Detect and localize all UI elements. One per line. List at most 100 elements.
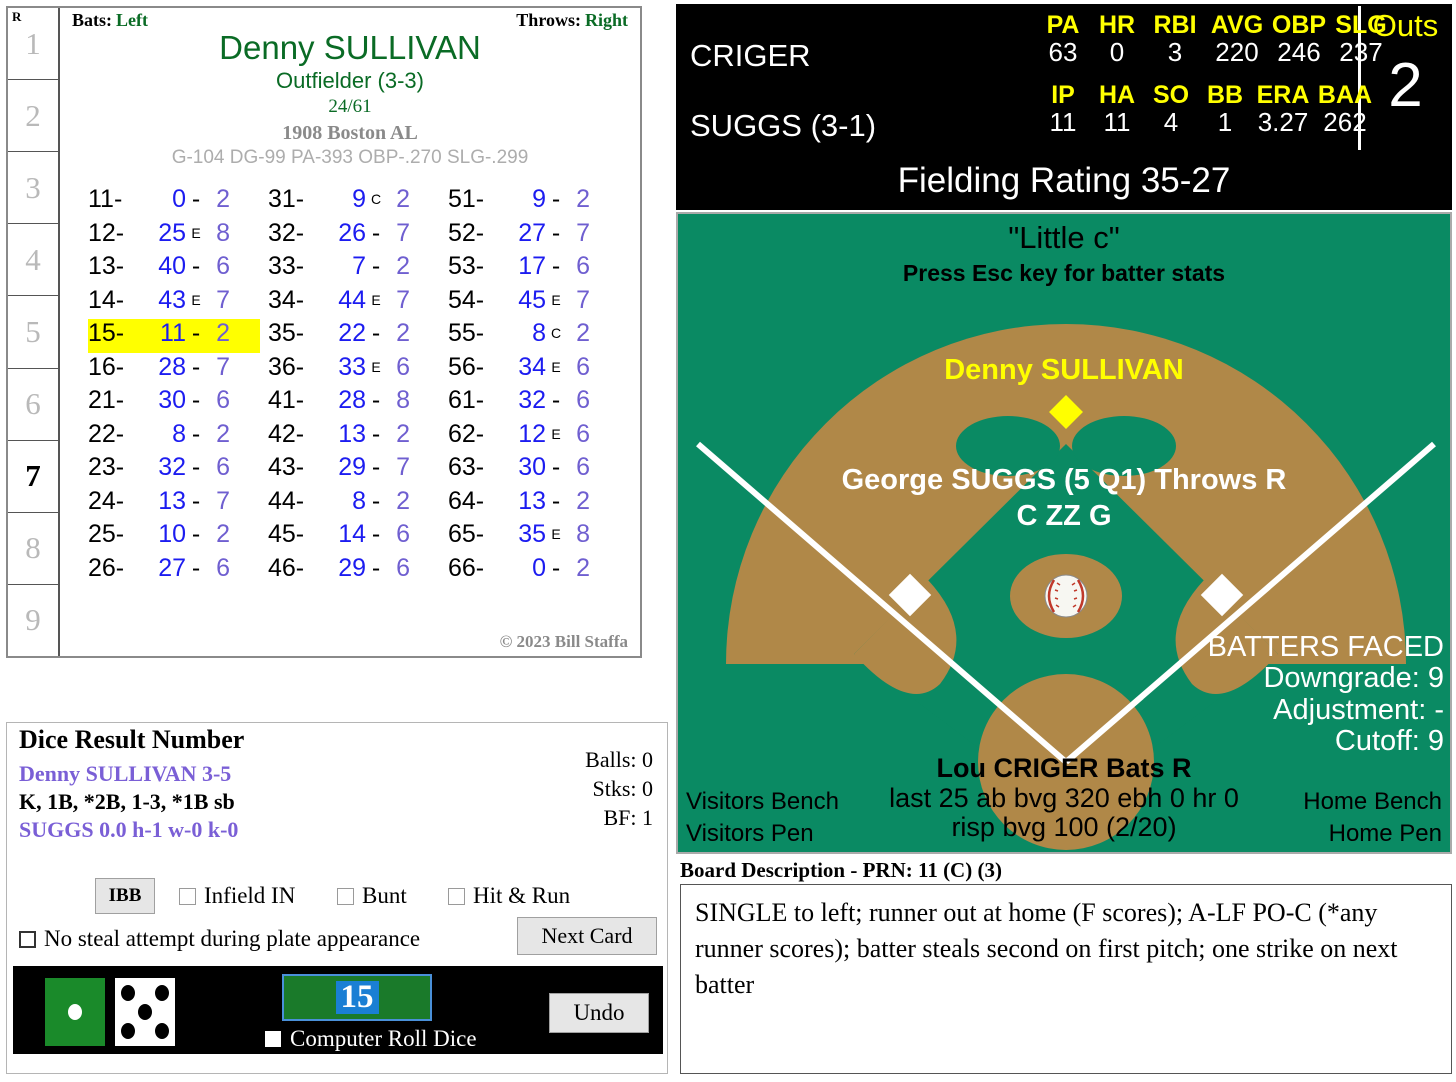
roll-separator: - <box>551 252 561 280</box>
roll-row[interactable]: 61- 32-6 <box>448 386 620 420</box>
roll-row[interactable]: 44- 8-2 <box>268 487 440 521</box>
roll-key: 15- <box>88 319 125 347</box>
roll-row[interactable]: 13- 40-6 <box>88 252 260 286</box>
roll-fielder: 2 <box>576 319 590 347</box>
roll-row[interactable]: 64- 13-2 <box>448 487 620 521</box>
undo-button[interactable]: Undo <box>549 993 649 1033</box>
roll-row[interactable]: 24- 13-7 <box>88 487 260 521</box>
roll-row[interactable]: 62- 12 E 6 <box>448 420 620 454</box>
dice-total-field[interactable]: 15 <box>282 974 432 1021</box>
computer-roll-label: Computer Roll Dice <box>290 1026 477 1051</box>
roll-row[interactable]: 34- 44 E 7 <box>268 286 440 320</box>
scoreboard-stat-header: BB <box>1206 81 1244 109</box>
esc-key-hint: Press Esc key for batter stats <box>902 260 1226 286</box>
inning-cell-8[interactable]: 8 <box>8 513 58 585</box>
green-die[interactable] <box>45 978 105 1046</box>
batters-faced-count: BF: 1 <box>603 805 653 831</box>
bats-value: Left <box>116 10 148 30</box>
roll-row[interactable]: 15- 11-2 <box>88 319 260 353</box>
scoreboard-stat-header: AVG <box>1210 11 1264 39</box>
inning-cell-9[interactable]: 9 <box>8 585 58 656</box>
roll-key: 33- <box>268 252 305 280</box>
scoreboard-stat-header: IP <box>1051 81 1075 109</box>
dice-result-title: Dice Result Number <box>19 725 245 754</box>
roll-row[interactable]: 26- 27-6 <box>88 554 260 588</box>
scoreboard-stat-value: 11 <box>1103 107 1131 138</box>
white-die[interactable] <box>115 978 175 1046</box>
roll-separator: - <box>191 319 201 347</box>
roll-separator: - <box>191 520 201 548</box>
roll-separator: - <box>551 218 561 247</box>
batter-card: R 1 2 3 4 5 6 7 8 9 Bats: Left Throws: Rig… <box>6 6 642 658</box>
roll-row[interactable]: 21- 30-6 <box>88 386 260 420</box>
scoreboard-batter-stats: PA 63 HR 0 RBI 3 AVG 220 OBP 246 SLG 237 <box>1036 12 1392 68</box>
roll-row[interactable]: 32- 26-7 <box>268 219 440 253</box>
roll-row[interactable]: 23- 32-6 <box>88 453 260 487</box>
roll-row[interactable]: 36- 33 E 6 <box>268 353 440 387</box>
roll-row[interactable]: 43- 29-7 <box>268 453 440 487</box>
roll-row[interactable]: 42- 13-2 <box>268 420 440 454</box>
visitors-pen-link[interactable]: Visitors Pen <box>686 818 839 850</box>
next-card-button[interactable]: Next Card <box>517 917 657 955</box>
roll-row[interactable]: 46- 29-6 <box>268 554 440 588</box>
roll-row[interactable]: 11- 0-2 <box>88 185 260 219</box>
inning-cell-7-current[interactable]: 7 <box>8 441 58 513</box>
visitors-block: Visitors Bench Visitors Pen <box>686 786 839 851</box>
roll-row[interactable]: 65- 35 E 8 <box>448 520 620 554</box>
no-steal-checkbox[interactable]: No steal attempt during plate appearance <box>19 926 420 952</box>
inning-cell-6[interactable]: 6 <box>8 369 58 441</box>
roll-row[interactable]: 33- 7-2 <box>268 252 440 286</box>
home-block: Home Bench Home Pen <box>1303 786 1442 851</box>
roll-row[interactable]: 66- 0-2 <box>448 554 620 588</box>
roll-row[interactable]: 25- 10-2 <box>88 520 260 554</box>
roll-row[interactable]: 45- 14-6 <box>268 520 440 554</box>
die-pip <box>154 1023 169 1040</box>
hit-and-run-checkbox[interactable]: Hit & Run <box>448 883 570 909</box>
roll-separator: - <box>191 486 201 515</box>
roll-result: 27 <box>158 553 186 582</box>
roll-result: 40 <box>158 252 186 280</box>
roll-result: 32 <box>158 453 186 481</box>
roll-row[interactable]: 35- 22-2 <box>268 319 440 353</box>
roll-result: 33 <box>338 352 366 381</box>
bunt-checkbox[interactable]: Bunt <box>337 883 407 909</box>
roll-row[interactable]: 41- 28-8 <box>268 386 440 420</box>
bats-throws-row: Bats: Left Throws: Right <box>66 10 634 31</box>
roll-row[interactable]: 22- 8-2 <box>88 420 260 454</box>
infield-in-checkbox[interactable]: Infield IN <box>179 883 295 909</box>
roll-key: 53- <box>448 252 485 280</box>
roll-key: 41- <box>268 386 305 414</box>
roll-row[interactable]: 53- 17-6 <box>448 252 620 286</box>
roll-row[interactable]: 63- 30-6 <box>448 453 620 487</box>
roll-row[interactable]: 52- 27-7 <box>448 219 620 253</box>
ibb-button[interactable]: IBB <box>95 878 155 914</box>
roll-key: 51- <box>448 185 485 213</box>
board-description-box: SINGLE to left; runner out at home (F sc… <box>680 884 1452 1074</box>
roll-key: 25- <box>88 520 125 548</box>
fielding-rating-bar: Fielding Rating 35-27 <box>676 152 1452 210</box>
roll-row[interactable]: 14- 43 E 7 <box>88 286 260 320</box>
home-pen-link[interactable]: Home Pen <box>1303 818 1442 850</box>
roll-result: 12 <box>518 419 546 448</box>
roll-row[interactable]: 12- 25 E 8 <box>88 219 260 253</box>
roll-fielder: 8 <box>396 386 410 414</box>
roll-result: 9 <box>532 185 546 213</box>
roll-row[interactable]: 55- 8 C 2 <box>448 319 620 353</box>
roll-row[interactable]: 56- 34 E 6 <box>448 353 620 387</box>
roll-row[interactable]: 31- 9 C 2 <box>268 185 440 219</box>
roll-row[interactable]: 16- 28-7 <box>88 353 260 387</box>
infield-in-label: Infield IN <box>204 883 296 908</box>
baseball-field[interactable]: "Little c" Press Esc key for batter stat… <box>676 212 1452 854</box>
roll-result: 8 <box>172 419 186 448</box>
computer-roll-dice-checkbox[interactable]: Computer Roll Dice <box>265 1026 477 1052</box>
roll-key: 11- <box>88 185 123 213</box>
home-bench-link[interactable]: Home Bench <box>1303 786 1442 818</box>
roll-row[interactable]: 51- 9-2 <box>448 185 620 219</box>
inning-cell-5[interactable]: 5 <box>8 296 58 369</box>
inning-cell-3[interactable]: 3 <box>8 152 58 225</box>
roll-separator: E <box>191 224 201 241</box>
visitors-bench-link[interactable]: Visitors Bench <box>686 786 839 818</box>
inning-cell-4[interactable]: 4 <box>8 224 58 297</box>
inning-cell-2[interactable]: 2 <box>8 80 58 153</box>
roll-row[interactable]: 54- 45 E 7 <box>448 286 620 320</box>
